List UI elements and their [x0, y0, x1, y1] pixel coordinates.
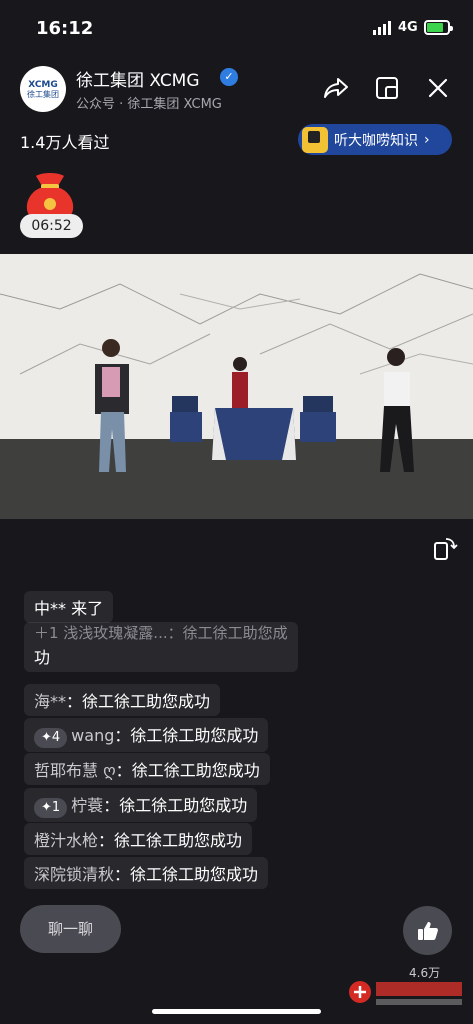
chat-message: ✦4 wang：徐工徐工助您成功	[24, 718, 269, 752]
chat-message: 哲耶布慧 ღ：徐工徐工助您成功	[24, 753, 270, 785]
chat-faded-text: ＋1 浅浅玫瑰凝露...：徐工徐工助您成	[34, 624, 288, 642]
chat-text: 徐工徐工助您成功	[119, 796, 248, 815]
logo-cn: 徐工集团	[27, 89, 59, 99]
chat-message-faded: ＋1 浅浅玫瑰凝露...：徐工徐工助您成 功	[24, 622, 298, 672]
chat-username[interactable]: 海**	[34, 692, 66, 711]
rotate-screen-icon[interactable]	[432, 535, 458, 563]
chat-separator: ：	[115, 761, 132, 780]
chat-separator: ：	[103, 796, 120, 815]
chat-text: 徐工徐工助您成功	[82, 692, 211, 711]
thumbs-up-icon	[417, 921, 438, 940]
live-video[interactable]	[0, 254, 473, 519]
fan-level-badge: ✦4	[34, 728, 68, 748]
network-label: 4G	[398, 20, 418, 35]
logo-brand: XCMG	[28, 79, 58, 90]
signal-icon	[373, 21, 391, 35]
chevron-right-icon: ›	[424, 131, 430, 148]
chat-message: 深院锁清秋：徐工徐工助您成功	[24, 857, 269, 889]
topic-tag-label: 听大咖唠知识	[334, 132, 418, 149]
fan-level-badge: ✦1	[34, 798, 68, 818]
chat-username[interactable]: 橙汁水枪	[34, 831, 98, 850]
chat-message: 橙汁水枪：徐工徐工助您成功	[24, 823, 253, 855]
chat-input-button[interactable]: 聊一聊	[20, 905, 121, 953]
like-button[interactable]	[403, 906, 452, 955]
verified-icon: ✓	[220, 68, 238, 86]
minimize-window-icon[interactable]	[373, 74, 401, 102]
chat-separator: ：	[98, 831, 115, 850]
chat-username[interactable]: 哲耶布慧 ღ	[34, 761, 116, 780]
topic-tag-button[interactable]: 听大咖唠知识 ›	[298, 124, 452, 155]
status-time: 16:12	[36, 18, 94, 39]
chat-username[interactable]: 深院锁清秋	[34, 865, 114, 884]
account-name[interactable]: 徐工集团 XCMG	[76, 66, 200, 91]
red-packet-timer: 06:52	[20, 214, 83, 238]
viewer-count: 1.4万人看过	[20, 133, 110, 152]
chat-username[interactable]: wang	[71, 726, 114, 745]
chat-text: 徐工徐工助您成功	[131, 761, 260, 780]
share-icon[interactable]	[322, 74, 350, 102]
chat-separator: ：	[66, 692, 83, 711]
chat-message: 海**：徐工徐工助您成功	[24, 684, 221, 716]
chat-separator: ：	[114, 726, 131, 745]
topic-tag-image	[302, 126, 328, 153]
account-subtitle[interactable]: 公众号 · 徐工集团 XCMG	[76, 93, 222, 112]
chat-faded-tail: 功	[34, 648, 51, 667]
chat-text: 徐工徐工助您成功	[130, 865, 259, 884]
video-scene	[0, 254, 473, 519]
chat-text: 徐工徐工助您成功	[114, 831, 243, 850]
home-indicator[interactable]	[152, 1009, 321, 1014]
chat-message: ✦1 柠蓑：徐工徐工助您成功	[24, 788, 258, 822]
chat-text: 徐工徐工助您成功	[130, 726, 259, 745]
chat-username[interactable]: 柠蓑	[71, 796, 103, 815]
chat-separator: ：	[114, 865, 131, 884]
chat-join-notice: 中** 来了	[24, 591, 114, 623]
watermark-logo	[349, 981, 462, 1005]
close-icon[interactable]	[424, 74, 452, 102]
account-avatar[interactable]: XCMG 徐工集团	[20, 66, 66, 112]
battery-icon	[424, 20, 453, 35]
